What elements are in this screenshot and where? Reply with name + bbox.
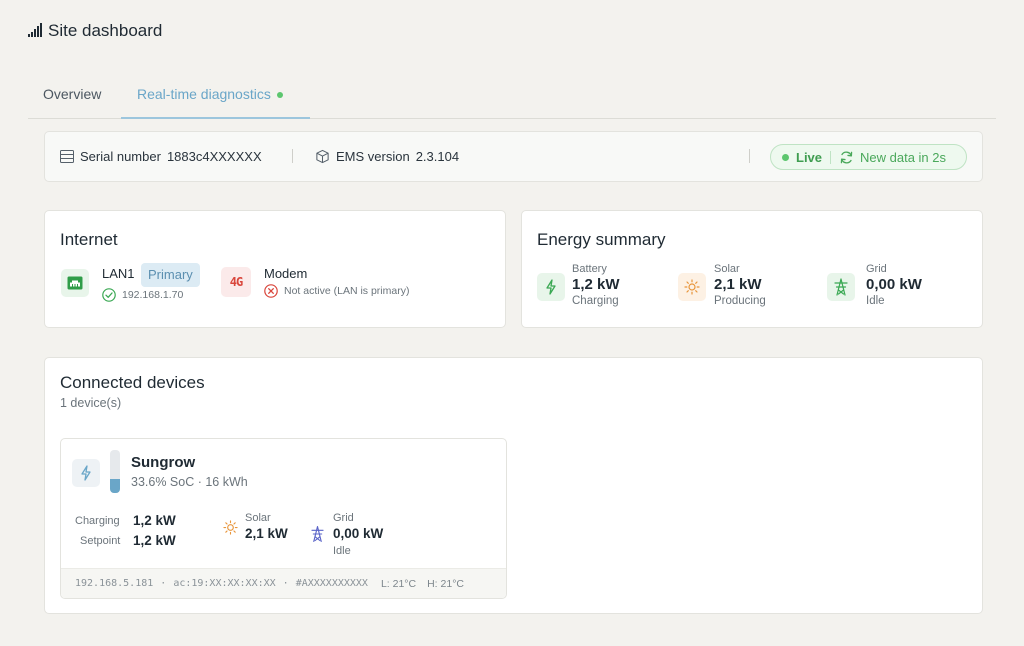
- lan-name: LAN1: [102, 266, 135, 281]
- connected-devices-title: Connected devices: [60, 373, 205, 392]
- device-solar-label: Solar: [245, 512, 271, 524]
- ethernet-icon: [61, 269, 89, 297]
- device-grid-value: 0,00 kW: [333, 526, 384, 541]
- device-ip: 192.168.5.181: [75, 578, 154, 589]
- ems-value: 2.3.104: [415, 149, 460, 164]
- power-tower-icon: [827, 273, 855, 301]
- check-circle-icon: [102, 288, 116, 302]
- power-tower-icon: [311, 526, 324, 542]
- next-update-text: New data in 2s: [860, 149, 947, 165]
- device-count: 1 device(s): [60, 396, 122, 410]
- 4g-icon: 4G: [221, 267, 251, 297]
- page-title: Site dashboard: [48, 21, 163, 40]
- lan-ip: 192.168.1.70: [122, 289, 184, 301]
- serial-label: Serial number: [80, 149, 161, 164]
- energy-summary-card: Energy summary Battery 1,2 kW Charging S…: [521, 210, 983, 328]
- energy-summary-title: Energy summary: [537, 230, 666, 249]
- refresh-icon: [840, 151, 853, 163]
- live-dot: [782, 153, 789, 161]
- battery-soc-fill: [110, 479, 120, 493]
- setpoint-label: Setpoint: [80, 535, 121, 547]
- device-grid-status: Idle: [333, 545, 351, 557]
- error-circle-icon: [264, 284, 278, 298]
- device-footer: 192.168.5.181 · ac:19:XX:XX:XX:XX · #AXX…: [61, 568, 506, 598]
- device-serial: #AXXXXXXXXXX: [295, 578, 368, 589]
- live-status-badge: Live New data in 2s: [770, 144, 967, 170]
- tab-realtime-diagnostics[interactable]: Real-time diagnostics: [121, 76, 310, 119]
- tab-overview[interactable]: Overview: [43, 76, 101, 119]
- serial-number: Serial number 1883c4XXXXXX: [60, 132, 262, 181]
- device-solar-value: 2,1 kW: [245, 526, 288, 541]
- ems-version: EMS version 2.3.104: [315, 132, 459, 181]
- modem-name: Modem: [264, 266, 308, 281]
- grid-label: Grid: [866, 263, 887, 275]
- internet-title: Internet: [60, 230, 118, 249]
- tab-label: Real-time diagnostics: [137, 86, 271, 102]
- grid-status: Idle: [866, 295, 885, 307]
- device-grid-label: Grid: [333, 512, 354, 524]
- signal-bars-icon: [28, 23, 42, 37]
- modem-status: Not active (LAN is primary): [284, 285, 410, 297]
- live-indicator-dot: [276, 92, 283, 98]
- solar-label: Solar: [714, 263, 740, 275]
- solar-value: 2,1 kW: [714, 276, 762, 293]
- device-mac: ac:19:XX:XX:XX:XX: [173, 578, 276, 589]
- tab-bar: Overview Real-time diagnostics: [28, 76, 996, 119]
- device-card-sungrow[interactable]: Sungrow 33.6% SoC · 16 kWh Charging 1,2 …: [60, 438, 507, 599]
- charging-value: 1,2 kW: [133, 513, 176, 528]
- cube-icon: [316, 149, 329, 164]
- solar-metric: Solar 2,1 kW Producing: [714, 263, 766, 307]
- primary-badge: Primary: [141, 263, 200, 287]
- serial-value: 1883c4XXXXXX: [166, 149, 262, 164]
- battery-label: Battery: [572, 263, 607, 275]
- battery-soc-gauge: [110, 450, 120, 493]
- page-header: Site dashboard: [28, 20, 162, 42]
- internet-card: Internet LAN1 Primary 192.168.1.70 4G Mo…: [44, 210, 506, 328]
- server-icon: [60, 150, 74, 163]
- device-name: Sungrow: [131, 454, 196, 471]
- battery-status: Charging: [572, 295, 619, 307]
- charging-label: Charging: [75, 515, 120, 527]
- device-subtitle: 33.6% SoC · 16 kWh: [131, 475, 248, 489]
- setpoint-value: 1,2 kW: [133, 533, 176, 548]
- ems-label: EMS version: [336, 149, 410, 164]
- grid-value: 0,00 kW: [866, 276, 922, 293]
- battery-metric: Battery 1,2 kW Charging: [572, 263, 620, 307]
- divider: [749, 149, 750, 163]
- battery-value: 1,2 kW: [572, 276, 620, 293]
- low-temp: L: 21°C: [380, 577, 417, 590]
- grid-metric: Grid 0,00 kW Idle: [866, 263, 922, 307]
- lightning-icon: [537, 273, 565, 301]
- live-label: Live: [796, 149, 823, 165]
- modem-icon-text: 4G: [229, 275, 243, 289]
- sun-icon: [678, 273, 706, 301]
- solar-status: Producing: [714, 295, 766, 307]
- connected-devices-card: Connected devices 1 device(s) Sungrow 33…: [44, 357, 983, 614]
- high-temp: H: 21°C: [427, 577, 464, 590]
- divider: [292, 149, 293, 163]
- lightning-icon: [72, 459, 100, 487]
- sun-icon: [223, 520, 238, 535]
- device-info-bar: Serial number 1883c4XXXXXX EMS version 2…: [44, 131, 983, 182]
